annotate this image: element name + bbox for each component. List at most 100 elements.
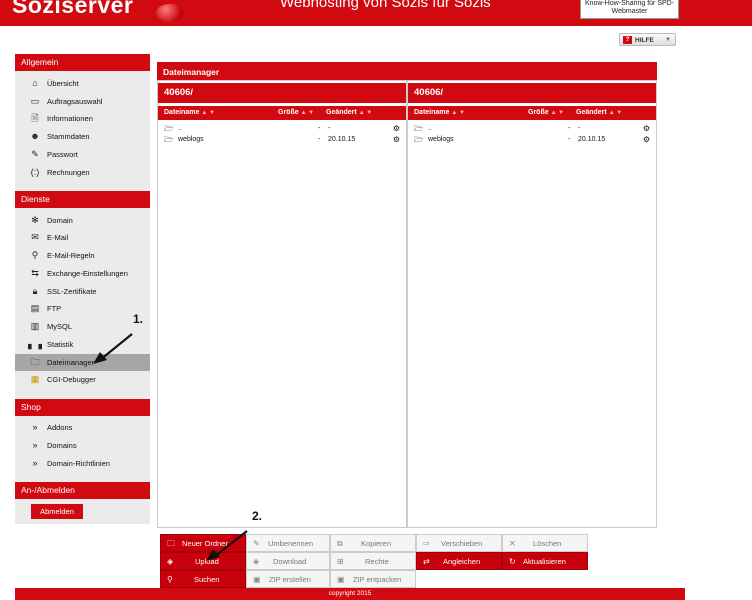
- sidebar-item-stammdaten[interactable]: ☻ Stammdaten: [15, 128, 150, 145]
- column-size[interactable]: Größe ▲ ▼: [278, 106, 314, 120]
- column-name[interactable]: Dateiname ▲ ▼: [164, 106, 215, 120]
- close-icon: ✕: [509, 539, 516, 548]
- rename-icon: ✎: [253, 539, 260, 548]
- delete-button[interactable]: ✕ Löschen: [502, 534, 588, 552]
- user-icon: ☻: [30, 131, 40, 141]
- sidebar-section-dienste: Dienste: [15, 191, 150, 208]
- download-button[interactable]: ◈ Download: [246, 552, 330, 570]
- zip-icon: ▣: [337, 575, 345, 584]
- rights-button[interactable]: ⊞ Rechte: [330, 552, 416, 570]
- zip-extract-button[interactable]: ▣ ZIP entpacken: [330, 570, 416, 588]
- sort-arrows-icon[interactable]: ▲ ▼: [609, 110, 623, 116]
- folder-icon: 🗁: [164, 135, 174, 144]
- column-changed[interactable]: Geändert ▲ ▼: [576, 106, 622, 120]
- sidebar-item-informationen[interactable]: 🗎 Informationen: [15, 110, 150, 127]
- sync-button[interactable]: ⇄ Angleichen: [416, 552, 502, 570]
- move-button[interactable]: ⇨ Verschieben: [416, 534, 502, 552]
- rights-icon: ⊞: [337, 557, 344, 566]
- search-icon: ⚲: [167, 575, 173, 584]
- pane-path: 40606/: [158, 83, 406, 103]
- file-pane-left: 40606/ Dateiname ▲ ▼ Größe ▲ ▼ Geändert …: [157, 80, 407, 528]
- file-row[interactable]: 🗁 .. - - ⚙: [408, 123, 656, 134]
- sidebar-item-ftp[interactable]: ▤ FTP: [15, 300, 150, 317]
- action-icon[interactable]: ⚙: [643, 134, 650, 145]
- sidebar-item-email[interactable]: ✉ E-Mail: [15, 229, 150, 246]
- sidebar: Allgemein ⌂ Übersicht ▭ Auftragsauswahl 🗎 I…: [15, 54, 150, 524]
- help-label: HILFE: [635, 37, 654, 44]
- sidebar-item-uebersicht[interactable]: ⌂ Übersicht: [15, 75, 150, 92]
- rename-button[interactable]: ✎ Umbenennen: [246, 534, 330, 552]
- sort-arrows-icon[interactable]: ▲ ▼: [359, 110, 373, 116]
- file-row[interactable]: 🗁 .. - - ⚙: [158, 123, 406, 134]
- file-pane-right: 40606/ Dateiname ▲ ▼ Größe ▲ ▼ Geändert …: [407, 80, 657, 528]
- sort-arrows-icon[interactable]: ▲ ▼: [301, 110, 315, 116]
- action-icon[interactable]: ⚙: [393, 123, 400, 134]
- move-icon: ⇨: [423, 539, 430, 548]
- sidebar-item-addons[interactable]: » Addons: [15, 419, 150, 436]
- help-question-icon: ?: [623, 36, 632, 44]
- search-button[interactable]: ⚲ Suchen: [160, 570, 246, 588]
- copy-button[interactable]: ⧉ Kopieren: [330, 534, 416, 552]
- chevron-down-icon: ▼: [665, 37, 671, 43]
- sidebar-item-domain-richtlinien[interactable]: » Domain-Richtlinien: [15, 455, 150, 472]
- sidebar-item-auftragsauswahl[interactable]: ▭ Auftragsauswahl: [15, 93, 150, 110]
- sidebar-item-email-regeln[interactable]: ⚲ E-Mail-Regeln: [15, 247, 150, 264]
- column-size[interactable]: Größe ▲ ▼: [528, 106, 564, 120]
- mail-icon: ✉: [31, 232, 39, 242]
- sort-arrows-icon[interactable]: ▲ ▼: [451, 110, 465, 116]
- chart-icon: ▖▗: [28, 339, 42, 349]
- pane-path: 40606/: [408, 83, 656, 103]
- annotation-step-2: 2.: [252, 509, 263, 523]
- logo[interactable]: Soziserver: [12, 0, 133, 19]
- annotation-step-1: 1.: [133, 312, 144, 326]
- folder-icon: 🗁: [414, 135, 424, 144]
- refresh-icon: ↻: [509, 557, 516, 566]
- copy-icon: ⧉: [337, 539, 343, 548]
- folder-icon: 🗁: [164, 124, 174, 133]
- sidebar-section-anmelden: An-/Abmelden: [15, 482, 150, 499]
- header-slogan: Webhosting von Sozis für Sozis: [280, 0, 491, 11]
- new-folder-icon: 🗀: [167, 539, 175, 548]
- sidebar-item-passwort[interactable]: ✎ Passwort: [15, 146, 150, 163]
- download-icon: ◈: [253, 557, 260, 566]
- column-changed[interactable]: Geändert ▲ ▼: [326, 106, 372, 120]
- sidebar-item-cgi-debugger[interactable]: ▦ CGI-Debugger: [15, 371, 150, 388]
- domain-icon: ✻: [31, 215, 39, 225]
- zip-create-button[interactable]: ▣ ZIP erstellen: [246, 570, 330, 588]
- filter-icon: ⚲: [31, 250, 39, 260]
- action-icon[interactable]: ⚙: [643, 123, 650, 134]
- action-icon[interactable]: ⚙: [393, 134, 400, 145]
- help-dropdown[interactable]: ? HILFE ▼: [619, 33, 676, 46]
- bug-icon: ▦: [30, 374, 40, 384]
- sort-arrows-icon[interactable]: ▲ ▼: [201, 110, 215, 116]
- upload-icon: ◈: [167, 557, 174, 566]
- database-icon: ▥: [30, 321, 40, 331]
- logout-button[interactable]: Abmelden: [31, 504, 83, 519]
- header-bar: Soziserver Webhosting von Sozis für Sozi…: [0, 0, 752, 26]
- refresh-button[interactable]: ↻ Aktualisieren: [502, 552, 588, 570]
- pencil-icon: ✎: [31, 149, 39, 159]
- column-name[interactable]: Dateiname ▲ ▼: [414, 106, 465, 120]
- annotation-arrow-2: [206, 530, 248, 561]
- footer: copyright 2015: [15, 588, 685, 600]
- sort-arrows-icon[interactable]: ▲ ▼: [551, 110, 565, 116]
- sidebar-item-domain[interactable]: ✻ Domain: [15, 212, 150, 229]
- file-row[interactable]: 🗁 weblogs - 20.10.15 ⚙: [158, 134, 406, 145]
- sidebar-item-exchange[interactable]: ⇆ Exchange-Einstellungen: [15, 265, 150, 282]
- document-icon: 🗎: [31, 113, 39, 123]
- file-row[interactable]: 🗁 weblogs - 20.10.15 ⚙: [408, 134, 656, 145]
- double-chevron-right-icon: »: [32, 422, 38, 432]
- zip-icon: ▣: [253, 575, 261, 584]
- folder-icon: 🗀: [30, 357, 40, 367]
- sidebar-item-ssl[interactable]: 🔒︎ SSL-Zertifikate: [15, 283, 150, 300]
- pane-header: Dateiname ▲ ▼ Größe ▲ ▼ Geändert ▲ ▼: [158, 106, 406, 120]
- home-icon: ⌂: [32, 78, 38, 88]
- sidebar-item-rechnungen[interactable]: (:) Rechnungen: [15, 164, 150, 181]
- server-icon: ▤: [30, 303, 40, 313]
- window-icon: ▭: [30, 96, 40, 106]
- sidebar-item-domains[interactable]: » Domains: [15, 437, 150, 454]
- exchange-icon: ⇆: [31, 268, 39, 278]
- knowhow-banner[interactable]: Know-How-Sharing für SPD-Webmaster: [580, 0, 679, 19]
- invoice-icon: (:): [30, 167, 40, 177]
- pane-header: Dateiname ▲ ▼ Größe ▲ ▼ Geändert ▲ ▼: [408, 106, 656, 120]
